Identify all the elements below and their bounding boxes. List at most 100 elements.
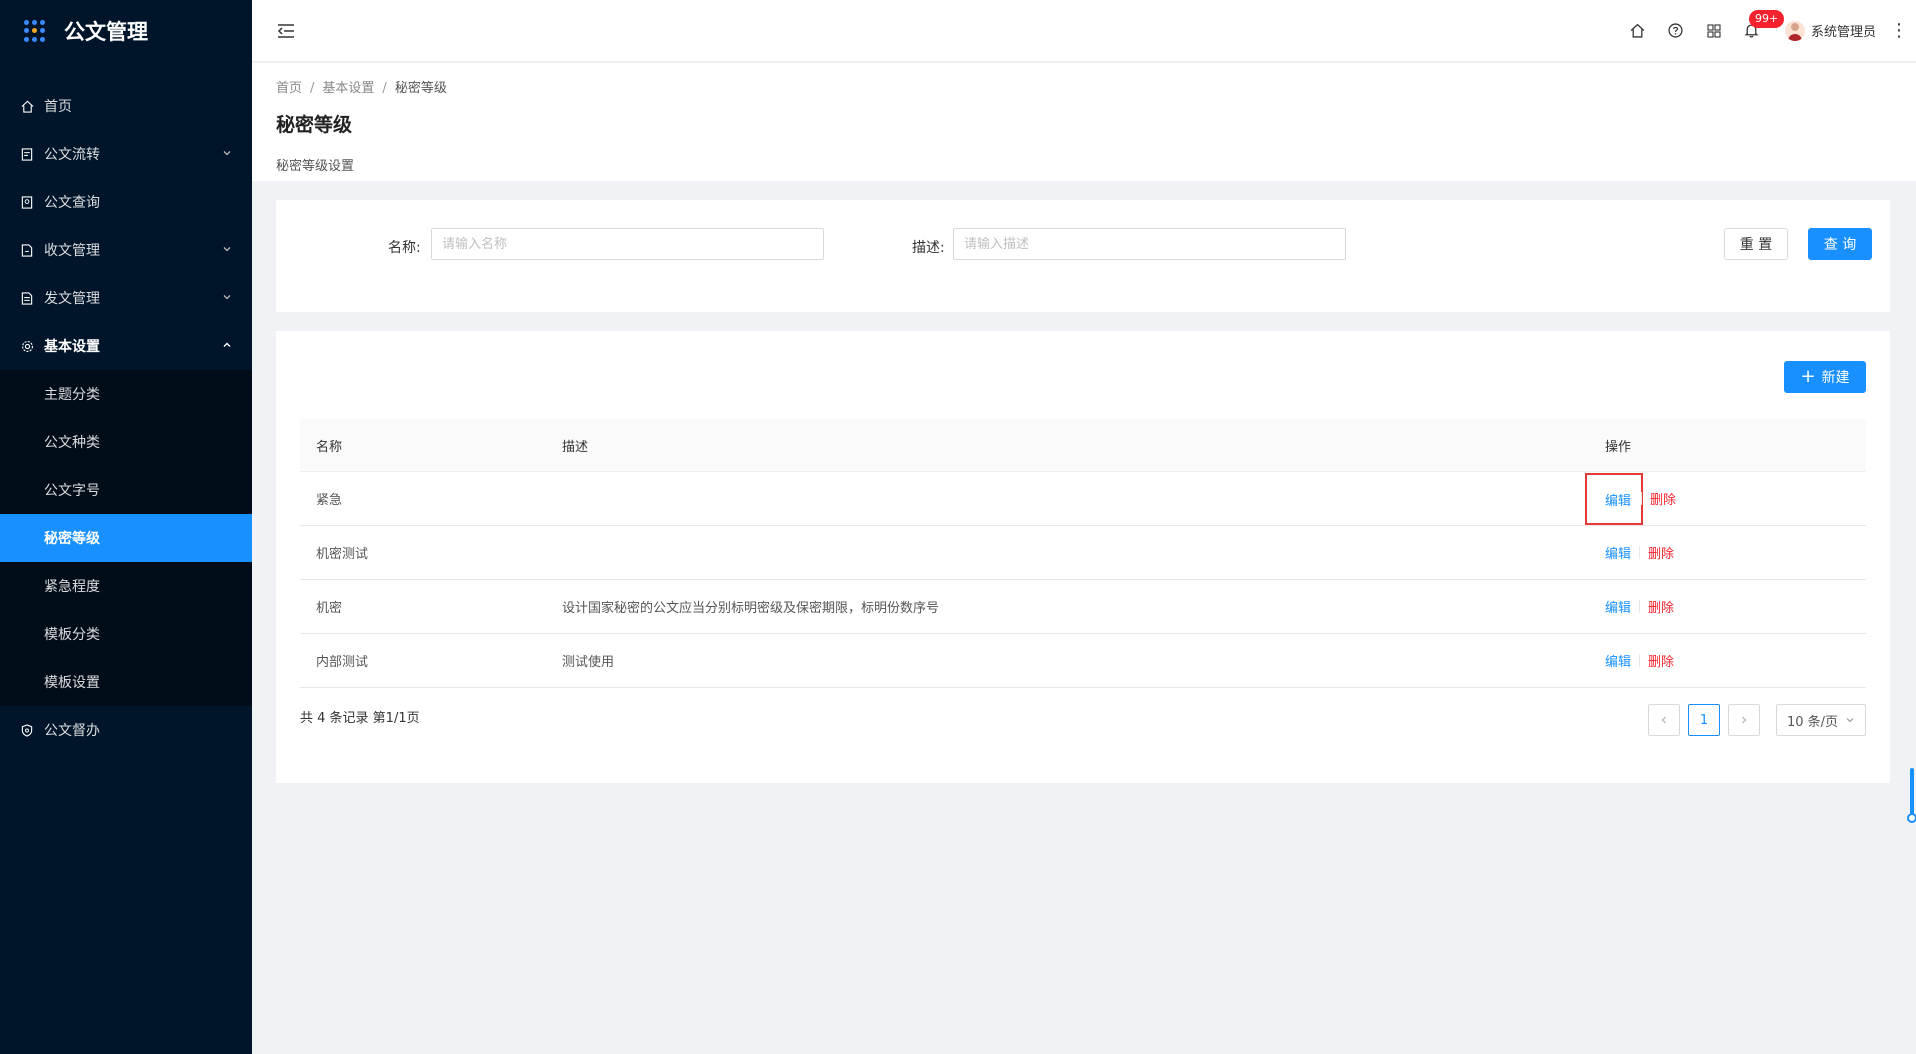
chevron-right-icon [1742, 716, 1747, 724]
gear-icon [20, 339, 34, 353]
sidebar-item-label: 发文管理 [44, 291, 100, 307]
cell-description: 测试使用 [562, 655, 615, 670]
bell-icon[interactable]: 99+ [1743, 9, 1785, 40]
delete-link[interactable]: 删除 [1648, 597, 1674, 616]
delete-link[interactable]: 删除 [1650, 489, 1676, 508]
page-title: 秘密等级 [276, 114, 353, 136]
delete-link[interactable]: 删除 [1648, 651, 1674, 670]
sidebar-subitem-urgency[interactable]: 紧急程度 [0, 562, 252, 610]
sidebar-subitem-document-type[interactable]: 公文种类 [0, 418, 252, 466]
pagination-summary: 共 4 条记录 第1/1页 [300, 711, 420, 726]
page-description: 秘密等级设置 [276, 159, 355, 174]
sidebar-item-label: 公文流转 [44, 147, 100, 163]
search-form: 名称: 描述: 重 置 查 询 [276, 200, 1890, 312]
grid-apps-icon[interactable] [1705, 22, 1723, 40]
table-row: 内部测试 测试使用 编辑 删除 [300, 634, 1866, 688]
next-page-button[interactable] [1728, 704, 1760, 736]
chevron-down-icon [1846, 718, 1854, 723]
chevron-left-icon [1661, 716, 1666, 724]
home-icon [20, 99, 34, 113]
name-input[interactable] [431, 228, 824, 260]
scroll-indicator[interactable] [1907, 768, 1916, 823]
sidebar-item-supervision[interactable]: 公文督办 [0, 706, 252, 754]
sidebar-item-label: 公文查询 [44, 195, 100, 211]
page-number-button[interactable]: 1 [1688, 704, 1720, 736]
sidebar-item-label: 模板分类 [44, 627, 100, 643]
sidebar-item-basic-settings[interactable]: 基本设置 [0, 322, 252, 370]
sidebar-menu: 首页 公文流转 公文查询 收文管理 发文管理 基本设置 主题分类 公文种类 公文… [0, 82, 252, 754]
page-header: 首页 / 基本设置 / 秘密等级 秘密等级 秘密等级设置 [252, 63, 1916, 181]
breadcrumb-home[interactable]: 首页 [276, 81, 302, 96]
delete-link[interactable]: 删除 [1648, 543, 1674, 562]
prev-page-button[interactable] [1648, 704, 1680, 736]
action-divider [1639, 654, 1641, 667]
help-icon[interactable] [1667, 22, 1685, 40]
column-header-description: 描述 [562, 439, 589, 455]
sidebar-item-label: 秘密等级 [44, 531, 100, 547]
action-divider [1641, 492, 1643, 505]
sidebar-item-label: 模板设置 [44, 675, 100, 691]
table-row: 紧急 编辑 删除 [300, 472, 1866, 526]
chevron-down-icon [222, 242, 232, 258]
sidebar-item-label: 公文字号 [44, 483, 100, 499]
sidebar-item-document-search[interactable]: 公文查询 [0, 178, 252, 226]
cell-description: 设计国家秘密的公文应当分别标明密级及保密期限，标明份数序号 [562, 601, 940, 616]
cell-name: 机密测试 [316, 547, 369, 562]
new-button[interactable]: + 新建 [1784, 361, 1866, 393]
cell-actions: 编辑 删除 [1605, 651, 1866, 670]
sidebar-item-label: 公文种类 [44, 435, 100, 451]
sidebar-subitem-template-settings[interactable]: 模板设置 [0, 658, 252, 706]
description-input[interactable] [953, 228, 1346, 260]
username[interactable]: 系统管理员 [1811, 21, 1876, 40]
edit-link[interactable]: 编辑 [1605, 651, 1639, 670]
sidebar-item-receive[interactable]: 收文管理 [0, 226, 252, 274]
sidebar-item-home[interactable]: 首页 [0, 82, 252, 130]
new-button-label: 新建 [1821, 370, 1850, 386]
cell-actions: 编辑 删除 [1605, 597, 1866, 616]
app-title: 公文管理 [64, 20, 148, 44]
cell-name: 机密 [316, 601, 343, 616]
edit-link[interactable]: 编辑 [1584, 472, 1644, 525]
breadcrumb-basic-settings[interactable]: 基本设置 [322, 81, 374, 96]
sidebar-item-label: 紧急程度 [44, 579, 100, 595]
more-vertical-icon[interactable]: ⋮ [1890, 20, 1908, 41]
edit-link[interactable]: 编辑 [1605, 597, 1639, 616]
sidebar-item-send[interactable]: 发文管理 [0, 274, 252, 322]
cell-actions: 编辑 删除 [1605, 543, 1866, 562]
table-card: + 新建 名称 描述 操作 紧急 编辑 删除 机密测试 编辑 删除 机密 设计国… [276, 331, 1890, 783]
menu-collapse-icon[interactable] [276, 21, 296, 41]
avatar[interactable] [1784, 20, 1805, 41]
sidebar-subitem-secret-level[interactable]: 秘密等级 [0, 514, 252, 562]
sidebar-subitem-template-category[interactable]: 模板分类 [0, 610, 252, 658]
sidebar-submenu-basic-settings: 主题分类 公文种类 公文字号 秘密等级 紧急程度 模板分类 模板设置 [0, 370, 252, 706]
reset-button[interactable]: 重 置 [1724, 228, 1788, 260]
app-grid-icon [24, 20, 46, 42]
cell-actions: 编辑 删除 [1584, 472, 1866, 525]
cell-name: 内部测试 [316, 655, 369, 670]
sidebar-subitem-topic-category[interactable]: 主题分类 [0, 370, 252, 418]
document-search-icon [20, 195, 34, 209]
document-receive-icon [20, 243, 34, 257]
sidebar-item-label: 主题分类 [44, 387, 100, 403]
document-flow-icon [20, 147, 34, 161]
plus-icon: + [1800, 366, 1816, 387]
header-actions: 99+ 系统管理员 ⋮ [1619, 9, 1916, 41]
query-button[interactable]: 查 询 [1808, 228, 1872, 260]
home-icon[interactable] [1629, 22, 1647, 40]
top-header: 99+ 系统管理员 ⋮ [252, 0, 1916, 62]
sidebar-item-document-flow[interactable]: 公文流转 [0, 130, 252, 178]
sidebar-item-label: 基本设置 [44, 339, 100, 355]
secret-level-table: 名称 描述 操作 紧急 编辑 删除 机密测试 编辑 删除 机密 设计国家秘密的公… [300, 419, 1866, 688]
edit-link[interactable]: 编辑 [1605, 543, 1639, 562]
page-size-value: 10 条/页 [1787, 714, 1839, 730]
breadcrumb-separator: / [310, 81, 315, 96]
breadcrumb-current: 秘密等级 [394, 81, 447, 96]
sidebar-item-label: 公文督办 [44, 723, 100, 739]
page-size-select[interactable]: 10 条/页 [1776, 704, 1866, 736]
app-logo[interactable]: 公文管理 [0, 0, 252, 62]
table-row: 机密 设计国家秘密的公文应当分别标明密级及保密期限，标明份数序号 编辑 删除 [300, 580, 1866, 634]
table-row: 机密测试 编辑 删除 [300, 526, 1866, 580]
sidebar-subitem-document-number[interactable]: 公文字号 [0, 466, 252, 514]
chevron-up-icon [222, 338, 232, 354]
chevron-down-icon [222, 290, 232, 306]
